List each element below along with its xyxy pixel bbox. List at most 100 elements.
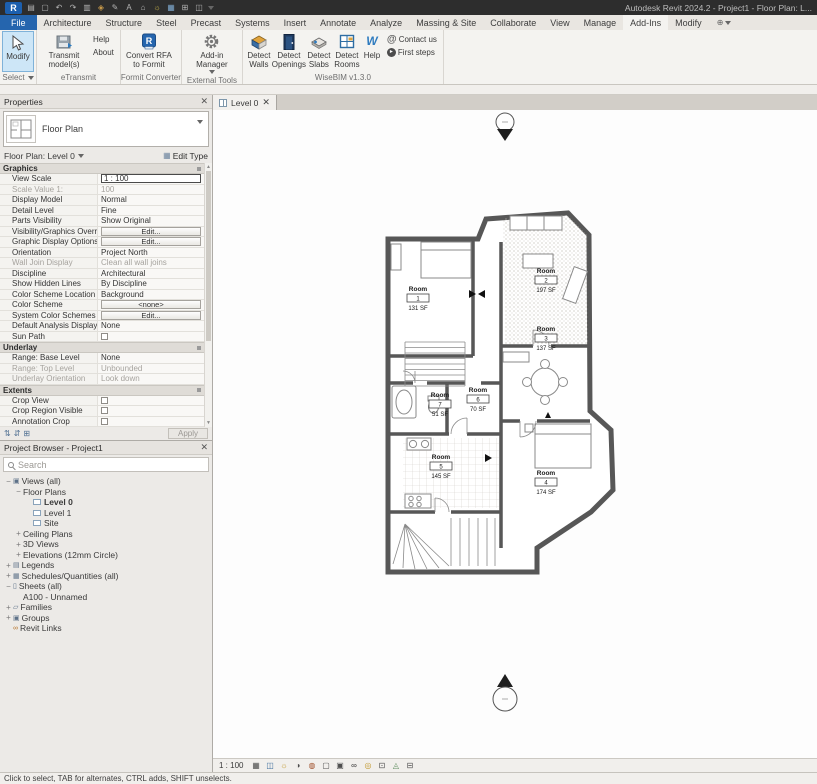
detail-level-value[interactable]: Fine xyxy=(97,206,204,216)
tab-add-ins[interactable]: Add-Ins xyxy=(623,15,668,30)
room-tag-4[interactable]: Room 4 174 SF xyxy=(535,470,557,496)
hide-analytical-icon[interactable]: ◬ xyxy=(390,761,401,770)
tab-file[interactable]: File xyxy=(0,15,37,30)
orientation-value[interactable]: Project North xyxy=(97,248,204,258)
detect-openings-button[interactable]: Detect Openings xyxy=(273,31,305,72)
section-underlay[interactable]: Underlay xyxy=(0,342,204,353)
instance-selector-label[interactable]: Floor Plan: Level 0 xyxy=(4,151,75,161)
room-tag-3[interactable]: Room 3 137 SF xyxy=(535,326,557,352)
qat-customize-caret-icon[interactable] xyxy=(208,6,214,10)
qat-tag-icon[interactable]: ✎ xyxy=(110,2,120,14)
tab-annotate[interactable]: Annotate xyxy=(313,15,363,30)
qat-close-hidden-icon[interactable]: ⊞ xyxy=(180,2,190,14)
sort-group-icon[interactable]: ⇵ xyxy=(14,429,21,438)
tab-architecture[interactable]: Architecture xyxy=(37,15,99,30)
crop-region-checkbox[interactable] xyxy=(101,407,108,414)
reveal-constraints-icon[interactable]: ⊟ xyxy=(404,761,415,770)
graphic-display-edit-button[interactable]: Edit... xyxy=(101,237,201,246)
tree-schedules[interactable]: +▦Schedules/Quantities (all) xyxy=(0,571,212,582)
first-steps-button[interactable]: ▸First steps xyxy=(385,46,439,58)
qat-switch-windows-icon[interactable]: ◫ xyxy=(194,2,204,14)
detect-slabs-button[interactable]: Detect Slabs xyxy=(305,31,333,72)
scroll-up-icon[interactable]: ▲ xyxy=(205,163,212,171)
floor-plan-drawing[interactable]: Room 1 131 SF Room 2 197 SF Room xyxy=(213,110,816,773)
view-tab-close-icon[interactable]: ✕ xyxy=(262,97,270,108)
tree-views-all[interactable]: −▣Views (all) xyxy=(0,476,212,487)
parts-visibility-value[interactable]: Show Original xyxy=(97,216,204,226)
system-color-schemes-edit-button[interactable]: Edit... xyxy=(101,311,201,320)
convert-rfa-button[interactable]: R Convert RFA to Formit xyxy=(123,31,175,72)
select-panel-label[interactable]: Select xyxy=(0,72,36,84)
tree-3d-views[interactable]: +3D Views xyxy=(0,539,212,550)
sort-filter-icon[interactable]: ⊞ xyxy=(23,429,30,438)
ribbon-state-toggle[interactable]: ⊕ xyxy=(709,15,740,30)
analysis-display-value[interactable]: None xyxy=(97,321,204,331)
properties-header[interactable]: Properties ✕ xyxy=(0,95,212,109)
etransmit-help-button[interactable]: Help xyxy=(91,33,116,45)
tab-modify[interactable]: Modify xyxy=(668,15,709,30)
color-scheme-location-value[interactable]: Background xyxy=(97,290,204,300)
tab-precast[interactable]: Precast xyxy=(184,15,229,30)
tree-site[interactable]: Site xyxy=(0,518,212,529)
scroll-down-icon[interactable]: ▼ xyxy=(205,419,212,427)
tab-insert[interactable]: Insert xyxy=(277,15,314,30)
tree-level-1[interactable]: Level 1 xyxy=(0,508,212,519)
tab-view[interactable]: View xyxy=(543,15,576,30)
tree-ceiling-plans[interactable]: +Ceiling Plans xyxy=(0,529,212,540)
tree-families[interactable]: +▱Families xyxy=(0,602,212,613)
tab-structure[interactable]: Structure xyxy=(99,15,150,30)
annotation-crop-checkbox[interactable] xyxy=(101,418,108,425)
type-selector-caret-icon[interactable] xyxy=(197,124,206,134)
tree-elevations[interactable]: +Elevations (12mm Circle) xyxy=(0,550,212,561)
tab-manage[interactable]: Manage xyxy=(577,15,624,30)
qat-print-icon[interactable]: ▥ xyxy=(82,2,92,14)
room-tag-5[interactable]: Room 5 145 SF xyxy=(430,454,452,480)
qat-default-3d-icon[interactable]: ⌂ xyxy=(138,2,148,14)
edit-type-button[interactable]: ▦Edit Type xyxy=(163,151,208,161)
project-browser-close-icon[interactable]: ✕ xyxy=(200,442,208,453)
view-tab-level-0[interactable]: Level 0 ✕ xyxy=(213,95,277,110)
qat-redo-icon[interactable]: ↷ xyxy=(68,2,78,14)
tree-sheet-a100[interactable]: A100 - Unnamed xyxy=(0,592,212,603)
etransmit-about-button[interactable]: About xyxy=(91,46,116,58)
temporary-hide-icon[interactable]: ∞ xyxy=(348,761,359,770)
room-tag-7[interactable]: Room 7 51 SF xyxy=(429,392,451,418)
sort-alpha-icon[interactable]: ⇅ xyxy=(4,429,11,438)
section-extents[interactable]: Extents xyxy=(0,385,204,396)
tab-systems[interactable]: Systems xyxy=(228,15,277,30)
wisebim-help-button[interactable]: W Help xyxy=(361,31,383,72)
tree-floor-plans[interactable]: −Floor Plans xyxy=(0,487,212,498)
tree-level-0[interactable]: Level 0 xyxy=(0,497,212,508)
scrollbar-thumb[interactable] xyxy=(206,171,211,341)
sun-path-checkbox[interactable] xyxy=(101,333,108,340)
room-tag-2[interactable]: Room 2 197 SF xyxy=(535,268,557,294)
scale-button[interactable]: 1 : 100 xyxy=(219,761,243,770)
range-base-value[interactable]: None xyxy=(97,353,204,363)
revit-logo-icon[interactable]: R xyxy=(5,2,22,14)
type-selector[interactable]: Floor Plan xyxy=(3,111,209,147)
detect-walls-button[interactable]: Detect Walls xyxy=(245,31,273,72)
tab-analyze[interactable]: Analyze xyxy=(363,15,409,30)
room-tag-1[interactable]: Room 1 131 SF xyxy=(407,286,429,312)
qat-save-icon[interactable]: ▢ xyxy=(40,2,50,14)
tree-legends[interactable]: +▤Legends xyxy=(0,560,212,571)
tab-collaborate[interactable]: Collaborate xyxy=(483,15,543,30)
rendering-icon[interactable]: ◍ xyxy=(306,761,317,770)
project-browser-header[interactable]: Project Browser - Project1 ✕ xyxy=(0,441,212,455)
tree-revit-links[interactable]: ∞Revit Links xyxy=(0,623,212,634)
discipline-value[interactable]: Architectural xyxy=(97,269,204,279)
elevation-marker-north[interactable] xyxy=(496,113,514,141)
tab-steel[interactable]: Steel xyxy=(149,15,184,30)
contact-us-button[interactable]: @Contact us xyxy=(385,33,439,45)
display-model-value[interactable]: Normal xyxy=(97,195,204,205)
instance-caret-icon[interactable] xyxy=(78,154,84,158)
modify-button[interactable]: Modify xyxy=(2,31,34,72)
qat-open-icon[interactable]: ▤ xyxy=(26,2,36,14)
sun-path-icon[interactable]: ☼ xyxy=(278,761,289,770)
view-scale-input[interactable]: 1 : 100 xyxy=(101,174,201,183)
temporary-view-properties-icon[interactable]: ⊡ xyxy=(376,761,387,770)
properties-scrollbar[interactable]: ▲ ▼ xyxy=(204,163,212,427)
section-graphics[interactable]: Graphics xyxy=(0,163,204,174)
qat-thin-lines-icon[interactable]: ▦ xyxy=(166,2,176,14)
add-in-manager-button[interactable]: Add-in Manager xyxy=(184,31,240,75)
